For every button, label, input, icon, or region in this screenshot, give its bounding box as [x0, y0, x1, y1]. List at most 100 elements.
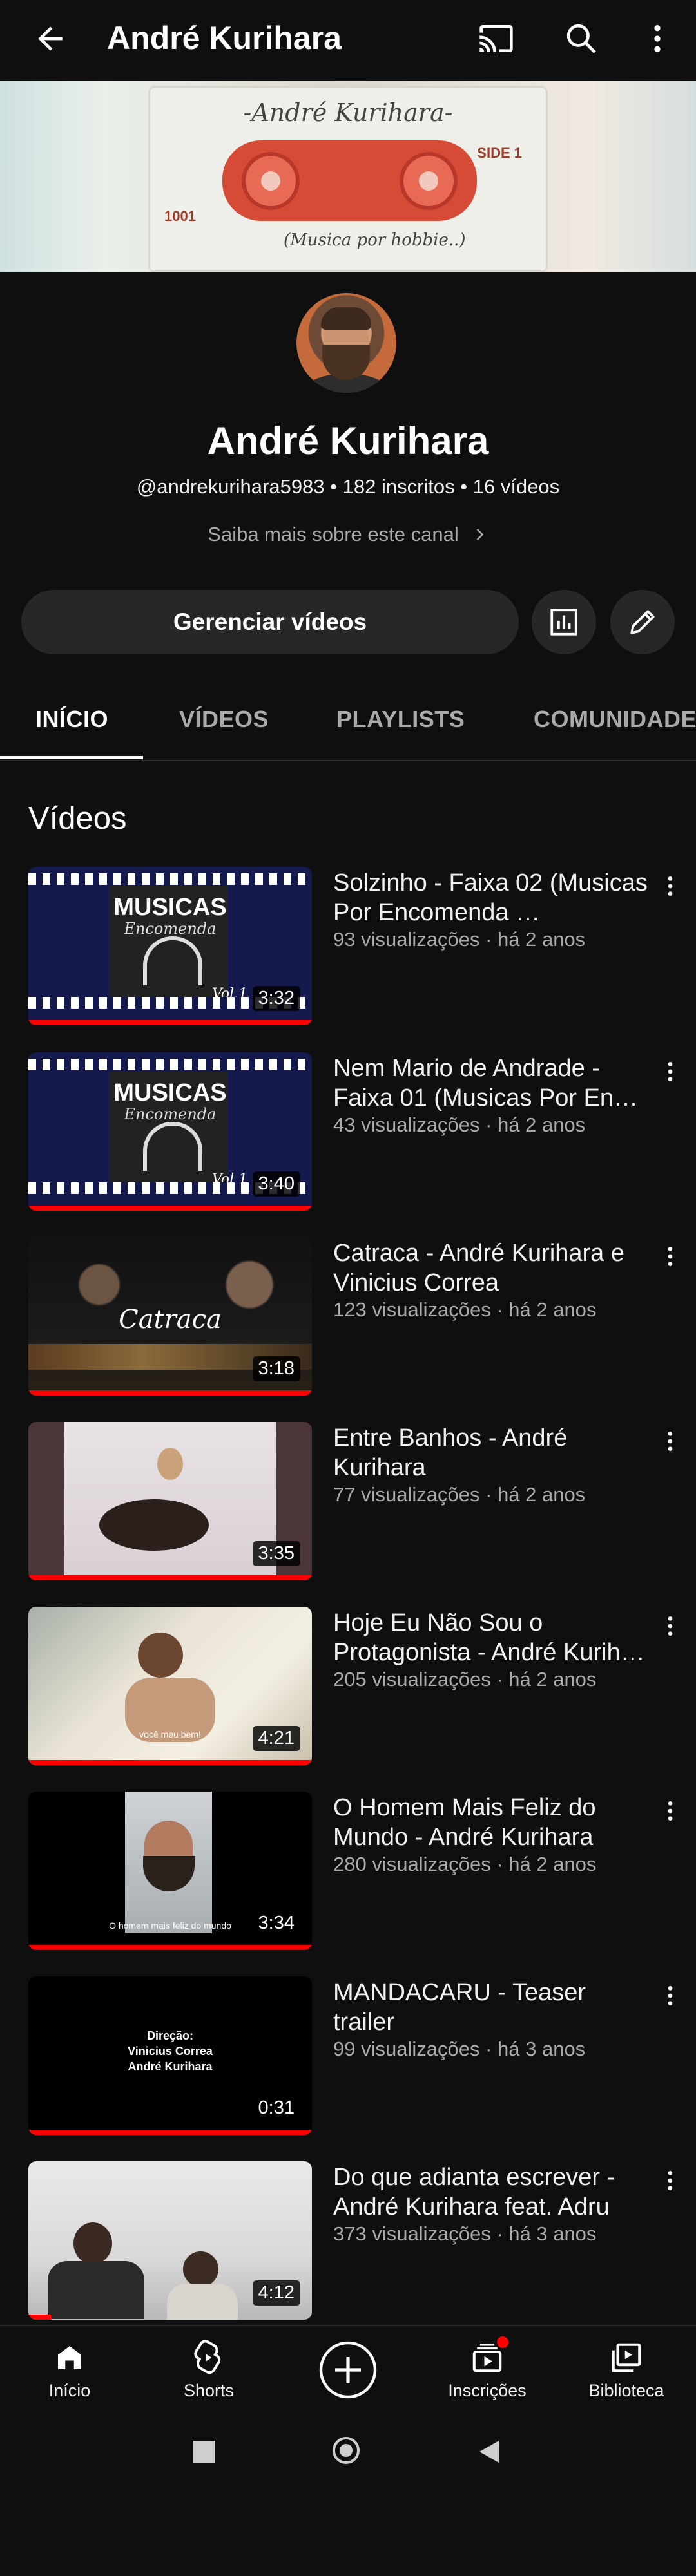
- nav-create[interactable]: [278, 2326, 418, 2423]
- thumb-credit-line: André Kurihara: [128, 2060, 213, 2073]
- notification-dot: [497, 2336, 508, 2348]
- thumb-text: MUSICAS: [113, 894, 227, 921]
- more-vert-icon[interactable]: [657, 1059, 683, 1097]
- person-head: [183, 2251, 218, 2287]
- cast-icon[interactable]: [470, 13, 522, 64]
- home-button-icon[interactable]: [333, 2437, 360, 2464]
- thumb-subtext: Encomenda: [124, 1105, 217, 1123]
- watch-progress-bar: [28, 2130, 312, 2135]
- channel-tabs: INÍCIO VÍDEOS PLAYLISTS COMUNIDADE: [0, 676, 696, 761]
- video-title[interactable]: Entre Banhos - André Kurihara: [333, 1423, 649, 1482]
- channel-name: André Kurihara: [207, 419, 489, 462]
- analytics-button[interactable]: [532, 590, 596, 654]
- reel-right: [400, 152, 458, 210]
- video-item[interactable]: 3:35 Entre Banhos - André Kurihara 77 vi…: [0, 1422, 696, 1583]
- video-thumbnail[interactable]: 4:12: [28, 2161, 312, 2320]
- video-meta: 43 visualizações · há 2 anos: [333, 1113, 586, 1136]
- thumb-credits: Direção: Vinicius Correa André Kurihara: [28, 2028, 312, 2074]
- tab-videos[interactable]: VÍDEOS: [179, 706, 269, 733]
- video-meta: 123 visualizações · há 2 anos: [333, 1298, 597, 1321]
- cassette-window: [222, 140, 477, 221]
- system-navigation-bar: [0, 2421, 696, 2486]
- nav-home[interactable]: Início: [0, 2326, 139, 2423]
- tab-playlists[interactable]: PLAYLISTS: [336, 706, 465, 733]
- channel-banner: -André Kurihara- SIDE 1 1001 (Musica por…: [0, 80, 696, 272]
- video-title[interactable]: Nem Mario de Andrade - Faixa 01 (Musicas…: [333, 1054, 649, 1113]
- guitar-shape: [99, 1499, 209, 1551]
- person-head: [73, 2222, 112, 2264]
- person-body: [167, 2284, 238, 2320]
- nav-label: Inscrições: [448, 2381, 527, 2400]
- film-strip: [28, 873, 312, 885]
- video-title[interactable]: O Homem Mais Feliz do Mundo - André Kuri…: [333, 1793, 649, 1852]
- thumb-subtext: Encomenda: [124, 920, 217, 938]
- more-vert-icon[interactable]: [632, 13, 683, 64]
- tab-home[interactable]: INÍCIO: [35, 706, 108, 733]
- create-icon: [317, 2339, 379, 2401]
- video-thumbnail[interactable]: MUSICAS Encomenda Vol.1 3:32: [28, 867, 312, 1025]
- video-thumbnail[interactable]: Direção: Vinicius Correa André Kurihara …: [28, 1976, 312, 2135]
- watch-progress-bar: [28, 1020, 312, 1025]
- video-meta: 99 visualizações · há 3 anos: [333, 2038, 586, 2060]
- video-item[interactable]: MUSICAS Encomenda Vol.1 3:40 Nem Mario d…: [0, 1052, 696, 1213]
- active-tab-indicator: [0, 756, 143, 759]
- video-item[interactable]: 4:12 Do que adianta escrever - André Kur…: [0, 2161, 696, 2322]
- video-item[interactable]: Catraca 3:18 Catraca - André Kurihara e …: [0, 1237, 696, 1398]
- more-vert-icon[interactable]: [657, 1613, 683, 1652]
- nav-library[interactable]: Biblioteca: [557, 2326, 696, 2423]
- channel-about-link[interactable]: Saiba mais sobre este canal: [0, 523, 696, 546]
- channel-about-label: Saiba mais sobre este canal: [208, 523, 459, 545]
- more-vert-icon[interactable]: [657, 2168, 683, 2206]
- reel-left: [242, 152, 300, 210]
- video-item[interactable]: MUSICAS Encomenda Vol.1 3:32 Solzinho - …: [0, 867, 696, 1028]
- nav-label: Biblioteca: [588, 2381, 664, 2400]
- person-head: [138, 1633, 183, 1678]
- recents-icon[interactable]: [193, 2441, 215, 2463]
- more-vert-icon[interactable]: [657, 1428, 683, 1467]
- channel-title: André Kurihara: [107, 20, 342, 56]
- library-icon: [609, 2340, 644, 2375]
- video-meta: 77 visualizações · há 2 anos: [333, 1483, 586, 1506]
- back-arrow-icon[interactable]: [24, 13, 76, 64]
- video-thumbnail[interactable]: 3:35: [28, 1422, 312, 1580]
- nav-shorts[interactable]: Shorts: [139, 2326, 278, 2423]
- more-vert-icon[interactable]: [657, 873, 683, 912]
- video-thumbnail[interactable]: MUSICAS Encomenda Vol.1 3:40: [28, 1052, 312, 1211]
- more-vert-icon[interactable]: [657, 1244, 683, 1282]
- shorts-icon: [191, 2340, 226, 2375]
- channel-meta: @andrekurihara5983 • 182 inscritos • 16 …: [136, 475, 560, 498]
- more-vert-icon[interactable]: [657, 1983, 683, 2022]
- watch-progress-bar: [28, 1575, 312, 1580]
- video-duration: 0:31: [252, 2096, 300, 2121]
- video-duration: 4:12: [252, 2280, 300, 2306]
- manage-videos-button[interactable]: Gerenciar vídeos: [21, 590, 519, 654]
- subscriptions-icon: [470, 2336, 508, 2375]
- video-thumbnail[interactable]: Catraca 3:18: [28, 1237, 312, 1396]
- cassette-handwritten-note: (Musica por hobbie..): [284, 231, 466, 250]
- video-title[interactable]: Do que adianta escrever - André Kurihara…: [333, 2163, 649, 2222]
- channel-avatar[interactable]: [296, 293, 396, 393]
- chevron-right-icon: [470, 526, 488, 544]
- search-icon[interactable]: [556, 13, 607, 64]
- video-thumbnail[interactable]: O homem mais feliz do mundo 3:34: [28, 1792, 312, 1950]
- video-item[interactable]: você meu bem! 4:21 Hoje Eu Não Sou o Pro…: [0, 1607, 696, 1768]
- video-thumbnail[interactable]: você meu bem! 4:21: [28, 1607, 312, 1765]
- home-icon: [52, 2340, 87, 2375]
- video-title[interactable]: Hoje Eu Não Sou o Protagonista - André K…: [333, 1608, 649, 1667]
- video-item[interactable]: Direção: Vinicius Correa André Kurihara …: [0, 1976, 696, 2137]
- more-vert-icon[interactable]: [657, 1798, 683, 1837]
- watch-progress-bar: [28, 1206, 312, 1211]
- edit-channel-button[interactable]: [610, 590, 675, 654]
- video-title[interactable]: Catraca - André Kurihara e Vinicius Corr…: [333, 1238, 649, 1298]
- cassette-side-label: SIDE 1: [477, 145, 522, 161]
- tab-community[interactable]: COMUNIDADE: [534, 706, 696, 733]
- video-title[interactable]: MANDACARU - Teaser trailer: [333, 1978, 649, 2037]
- video-title[interactable]: Solzinho - Faixa 02 (Musicas Por Encomen…: [333, 868, 649, 927]
- video-item[interactable]: O homem mais feliz do mundo 3:34 O Homem…: [0, 1792, 696, 1953]
- system-back-icon[interactable]: [477, 2439, 500, 2464]
- pencil-icon: [626, 606, 659, 638]
- thumb-credit-line: Direção:: [146, 2029, 194, 2042]
- nav-label: Shorts: [183, 2381, 235, 2400]
- nav-label: Início: [48, 2381, 91, 2400]
- nav-subscriptions[interactable]: Inscrições: [418, 2326, 557, 2423]
